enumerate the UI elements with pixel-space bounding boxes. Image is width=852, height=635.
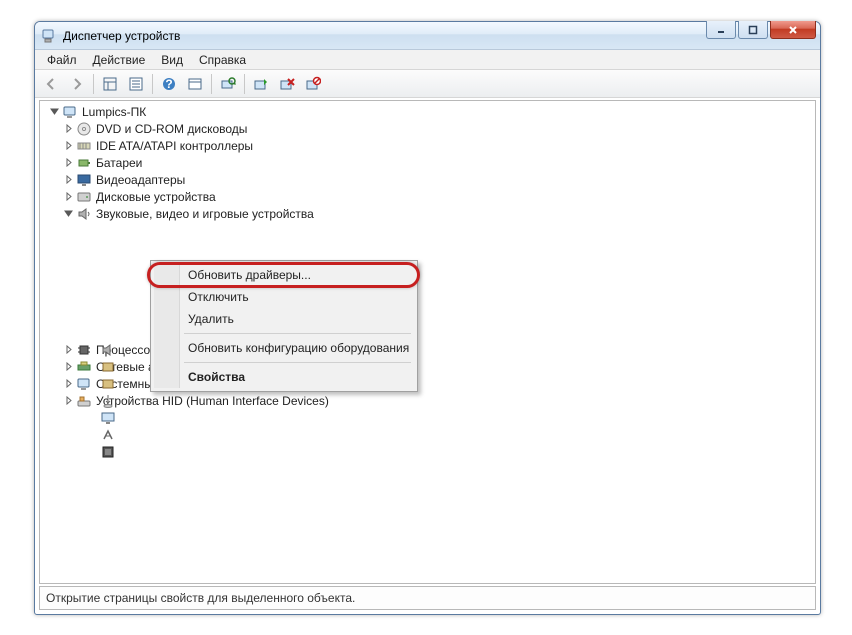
update-driver-button[interactable] <box>249 72 273 96</box>
system-device-icon <box>76 376 92 392</box>
cpu-icon <box>76 342 92 358</box>
help-button[interactable]: ? <box>157 72 181 96</box>
menu-view[interactable]: Вид <box>153 50 191 69</box>
window-title: Диспетчер устройств <box>63 29 180 43</box>
close-button[interactable] <box>770 21 816 39</box>
collapse-icon[interactable] <box>60 209 76 218</box>
menubar: Файл Действие Вид Справка <box>35 50 820 70</box>
maximize-button[interactable] <box>738 21 768 39</box>
back-button[interactable] <box>39 72 63 96</box>
tree-item-label: Батареи <box>96 156 142 170</box>
expand-icon[interactable] <box>60 379 76 388</box>
toolbar: ? <box>35 70 820 98</box>
window-buttons <box>706 21 816 39</box>
minimize-button[interactable] <box>706 21 736 39</box>
status-text: Открытие страницы свойств для выделенног… <box>46 591 355 605</box>
toolbar-separator <box>244 74 245 94</box>
tree-item-label: DVD и CD-ROM дисководы <box>96 122 247 136</box>
context-menu-disable[interactable]: Отключить <box>154 286 414 308</box>
tree-item-label: IDE ATA/ATAPI контроллеры <box>96 139 253 153</box>
expand-icon[interactable] <box>60 345 76 354</box>
context-menu-update-drivers[interactable]: Обновить драйверы... <box>154 264 414 286</box>
expand-icon[interactable] <box>60 158 76 167</box>
context-menu-separator <box>184 362 411 363</box>
ide-controller-icon <box>76 138 92 154</box>
app-icon <box>41 28 57 44</box>
context-menu: Обновить драйверы... Отключить Удалить О… <box>150 260 418 392</box>
collapse-icon[interactable] <box>46 107 62 116</box>
expand-icon[interactable] <box>60 124 76 133</box>
expand-icon[interactable] <box>60 362 76 371</box>
tree-item-display[interactable]: Видеоадаптеры <box>40 171 815 188</box>
obscured-tree-children <box>100 341 150 460</box>
context-menu-scan-hardware[interactable]: Обновить конфигурацию оборудования <box>154 337 414 359</box>
expand-icon[interactable] <box>60 192 76 201</box>
device-manager-window: Диспетчер устройств Файл Действие Вид Сп… <box>34 21 821 615</box>
titlebar: Диспетчер устройств <box>35 22 820 50</box>
battery-icon <box>76 155 92 171</box>
tree-item-label: Видеоадаптеры <box>96 173 185 187</box>
toolbar-separator <box>152 74 153 94</box>
expand-icon[interactable] <box>60 175 76 184</box>
disk-drive-icon <box>76 189 92 205</box>
tree-item-batteries[interactable]: Батареи <box>40 154 815 171</box>
network-adapter-icon <box>76 359 92 375</box>
menu-file[interactable]: Файл <box>39 50 85 69</box>
sound-icon <box>76 206 92 222</box>
expand-icon[interactable] <box>60 396 76 405</box>
tree-item-label: Дисковые устройства <box>96 190 216 204</box>
show-hide-tree-button[interactable] <box>98 72 122 96</box>
tree-root[interactable]: Lumpics-ПК <box>40 103 815 120</box>
scan-hardware-button[interactable] <box>216 72 240 96</box>
tree-item-hid[interactable]: Устройства HID (Human Interface Devices) <box>40 392 815 409</box>
tree-item-disks[interactable]: Дисковые устройства <box>40 188 815 205</box>
menu-help[interactable]: Справка <box>191 50 254 69</box>
tree-item-label: Звуковые, видео и игровые устройства <box>96 207 314 221</box>
statusbar: Открытие страницы свойств для выделенног… <box>39 586 816 610</box>
svg-text:?: ? <box>165 77 172 91</box>
display-adapter-icon <box>76 172 92 188</box>
context-menu-delete[interactable]: Удалить <box>154 308 414 330</box>
uninstall-button[interactable] <box>275 72 299 96</box>
forward-button[interactable] <box>65 72 89 96</box>
action-button[interactable] <box>183 72 207 96</box>
computer-icon <box>62 104 78 120</box>
toolbar-separator <box>211 74 212 94</box>
tree-item-dvd[interactable]: DVD и CD-ROM дисководы <box>40 120 815 137</box>
hid-icon <box>76 393 92 409</box>
menu-action[interactable]: Действие <box>85 50 154 69</box>
toolbar-separator <box>93 74 94 94</box>
tree-item-ide[interactable]: IDE ATA/ATAPI контроллеры <box>40 137 815 154</box>
properties-button[interactable] <box>124 72 148 96</box>
disc-icon <box>76 121 92 137</box>
context-menu-separator <box>184 333 411 334</box>
tree-item-sound[interactable]: Звуковые, видео и игровые устройства <box>40 205 815 222</box>
expand-icon[interactable] <box>60 141 76 150</box>
tree-root-label: Lumpics-ПК <box>82 105 146 119</box>
disable-button[interactable] <box>301 72 325 96</box>
context-menu-properties[interactable]: Свойства <box>154 366 414 388</box>
